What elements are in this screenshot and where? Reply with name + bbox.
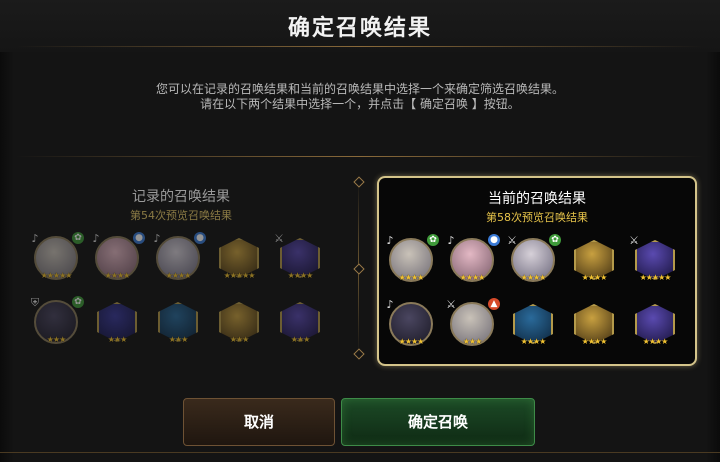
- current-result-panel[interactable]: 当前的召唤结果 第58次预览召唤结果 ♪ ✿ ★★★★ ♪ ● ★★★★ ⚔ ✿ ★★★★ ★★★…: [377, 176, 697, 366]
- star-rating: ★★★★: [642, 337, 669, 346]
- star-rating: ★★★★: [459, 273, 486, 282]
- title-divider: [15, 46, 705, 47]
- class-icon: ⛨: [30, 296, 40, 309]
- hero-portrait: ♪ ✿ ★★★★★: [31, 232, 84, 280]
- recorded-result-title: 记录的召唤结果: [132, 189, 230, 205]
- hero-portrait: ♪ ● ★★★★: [447, 234, 500, 282]
- water-element-icon: ●: [194, 232, 206, 244]
- hero-portrait: ♪ ● ★★★★: [92, 232, 145, 280]
- artifact-icon: ★★★★: [511, 302, 555, 346]
- star-rating: ★★★★: [520, 337, 547, 346]
- leaf-element-icon: ✿: [427, 234, 439, 246]
- star-rating: ★★★: [46, 335, 67, 344]
- class-icon: ♪: [31, 232, 39, 245]
- class-icon: ⚔: [507, 234, 517, 247]
- water-element-icon: ●: [133, 232, 145, 244]
- class-icon: ⚔: [446, 298, 456, 311]
- star-rating: ★★★★★: [639, 273, 672, 282]
- divider-diamond-icon: [353, 263, 365, 275]
- class-icon: ⚔: [274, 232, 284, 245]
- class-icon: ♪: [447, 234, 455, 247]
- star-rating: ★★★★: [520, 273, 547, 282]
- star-rating: ★★★★: [398, 273, 425, 282]
- fire-element-icon: ▲: [488, 298, 500, 310]
- hero-portrait: ♪ ● ★★★★: [153, 232, 206, 280]
- left-edge: [0, 0, 14, 462]
- hero-portrait: ♪ ✿ ★★★★: [386, 234, 439, 282]
- star-rating: ★★★: [107, 335, 128, 344]
- current-result-subtitle: 第58次预览召唤结果: [486, 211, 588, 224]
- artifact-icon: ★★★: [95, 300, 139, 344]
- leaf-element-icon: ✿: [72, 232, 84, 244]
- star-rating: ★★★: [462, 337, 483, 346]
- star-rating: ★★★: [290, 335, 311, 344]
- star-rating: ★★★★: [287, 271, 314, 280]
- bottom-border: [0, 452, 720, 453]
- hero-portrait: ♪ ★★★★: [386, 298, 433, 346]
- star-rating: ★★★: [229, 335, 250, 344]
- star-rating: ★★★★: [581, 337, 608, 346]
- artifact-icon: ★★★: [278, 300, 322, 344]
- artifact-icon: ★★★★: [633, 302, 677, 346]
- confirm-summon-button[interactable]: 确定召唤: [341, 398, 535, 446]
- artifact-icon: ★★★★: [572, 238, 616, 282]
- artifact-icon: ⚔ ★★★★: [274, 232, 322, 280]
- star-rating: ★★★★★: [223, 271, 256, 280]
- water-element-icon: ●: [488, 234, 500, 246]
- instructions: 您可以在记录的召唤结果和当前的召唤结果中选择一个来确定筛选召唤结果。 请在以下两…: [60, 82, 660, 112]
- instruction-line-1: 您可以在记录的召唤结果和当前的召唤结果中选择一个来确定筛选召唤结果。: [155, 82, 564, 96]
- current-result-title: 当前的召唤结果: [488, 191, 586, 207]
- recorded-result-subtitle: 第54次预览召唤结果: [130, 209, 232, 222]
- class-icon: ♪: [153, 232, 161, 245]
- star-rating: ★★★: [168, 335, 189, 344]
- hero-portrait: ⚔ ▲ ★★★: [446, 298, 500, 346]
- star-rating: ★★★★: [581, 273, 608, 282]
- class-icon: ♪: [386, 234, 394, 247]
- artifact-icon: ⚔ ★★★★★: [629, 234, 677, 282]
- star-rating: ★★★★: [398, 337, 425, 346]
- instruction-line-2: 请在以下两个结果中选择一个，并点击【 确定召唤 】按钮。: [200, 97, 520, 111]
- cancel-button[interactable]: 取消: [183, 398, 335, 446]
- hero-portrait: ⚔ ✿ ★★★★: [507, 234, 561, 282]
- divider-diamond-icon: [353, 348, 365, 360]
- class-icon: ♪: [386, 298, 394, 311]
- dialog-title: 确定召唤结果: [287, 16, 432, 41]
- divider-diamond-icon: [353, 176, 365, 188]
- artifact-icon: ★★★★: [572, 302, 616, 346]
- artifact-icon: ★★★: [217, 300, 261, 344]
- section-divider: [15, 156, 705, 157]
- star-rating: ★★★★: [165, 271, 192, 280]
- leaf-element-icon: ✿: [72, 296, 84, 308]
- artifact-icon: ★★★★★: [217, 236, 261, 280]
- right-edge: [706, 0, 720, 462]
- leaf-element-icon: ✿: [549, 234, 561, 246]
- class-icon: ⚔: [629, 234, 639, 247]
- class-icon: ♪: [92, 232, 100, 245]
- hero-portrait: ⛨ ✿ ★★★: [31, 296, 84, 344]
- recorded-result-panel[interactable]: 记录的召唤结果 第54次预览召唤结果 ♪ ✿ ★★★★★ ♪ ● ★★★★ ♪ ● ★★★★ ★★…: [22, 176, 340, 362]
- star-rating: ★★★★★: [40, 271, 73, 280]
- artifact-icon: ★★★: [156, 300, 200, 344]
- star-rating: ★★★★: [104, 271, 131, 280]
- title-bar: 确定召唤结果: [0, 0, 720, 52]
